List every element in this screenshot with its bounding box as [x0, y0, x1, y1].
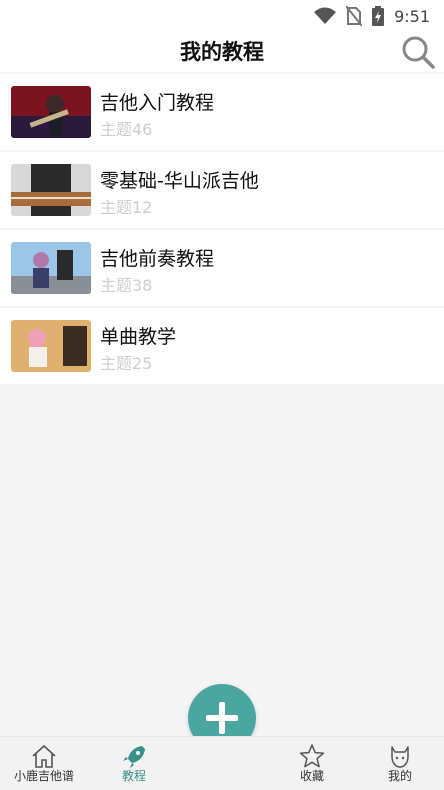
thumbnail-image — [11, 242, 91, 294]
tutorial-list: 吉他入门教程 主题46 零基础-华山派吉他 主题12 吉他前奏教程 主题38 单… — [0, 74, 444, 386]
header: 我的教程 — [0, 32, 444, 72]
list-item[interactable]: 吉他入门教程 主题46 — [0, 74, 444, 150]
thumbnail-image — [11, 320, 91, 372]
cat-icon — [391, 746, 409, 768]
rocket-icon — [123, 746, 145, 768]
star-icon — [299, 744, 325, 768]
tab-mine[interactable]: 我的 — [360, 737, 440, 790]
list-item[interactable]: 单曲教学 主题25 — [0, 308, 444, 384]
wifi-icon — [314, 7, 337, 24]
list-item-title: 单曲教学 — [100, 326, 177, 348]
list-item[interactable]: 吉他前奏教程 主题38 — [0, 230, 444, 306]
battery-charging-icon — [372, 6, 385, 26]
tab-label: 收藏 — [299, 769, 324, 783]
tab-home[interactable]: 小鹿吉他谱 — [4, 737, 84, 790]
tab-favorites[interactable]: 收藏 — [272, 737, 352, 790]
list-item-title: 吉他前奏教程 — [100, 248, 215, 270]
list-item-subtitle: 主题25 — [100, 354, 153, 373]
thumbnail-image — [11, 86, 91, 138]
home-icon — [32, 744, 56, 768]
list-item-subtitle: 主题38 — [100, 276, 153, 295]
status-bar: 9:51 — [0, 0, 444, 32]
no-sim-icon — [346, 6, 363, 26]
list-item-title: 吉他入门教程 — [100, 92, 215, 114]
bottom-tab-bar: 小鹿吉他谱 教程 收藏 我的 — [0, 736, 444, 790]
plus-icon — [206, 702, 238, 734]
tab-label: 教程 — [121, 769, 146, 783]
search-icon — [402, 36, 435, 69]
page-title: 我的教程 — [180, 40, 264, 64]
status-time: 9:51 — [394, 6, 430, 26]
list-item-title: 零基础-华山派吉他 — [100, 170, 259, 192]
tab-label: 小鹿吉他谱 — [13, 769, 74, 783]
status-icons: 9:51 — [314, 4, 430, 28]
tab-label: 我的 — [387, 769, 412, 783]
tab-tutorials[interactable]: 教程 — [94, 737, 174, 790]
list-item-subtitle: 主题12 — [100, 198, 153, 217]
list-item[interactable]: 零基础-华山派吉他 主题12 — [0, 152, 444, 228]
thumbnail-image — [11, 164, 91, 216]
list-item-subtitle: 主题46 — [100, 120, 153, 139]
search-button[interactable] — [400, 34, 436, 70]
